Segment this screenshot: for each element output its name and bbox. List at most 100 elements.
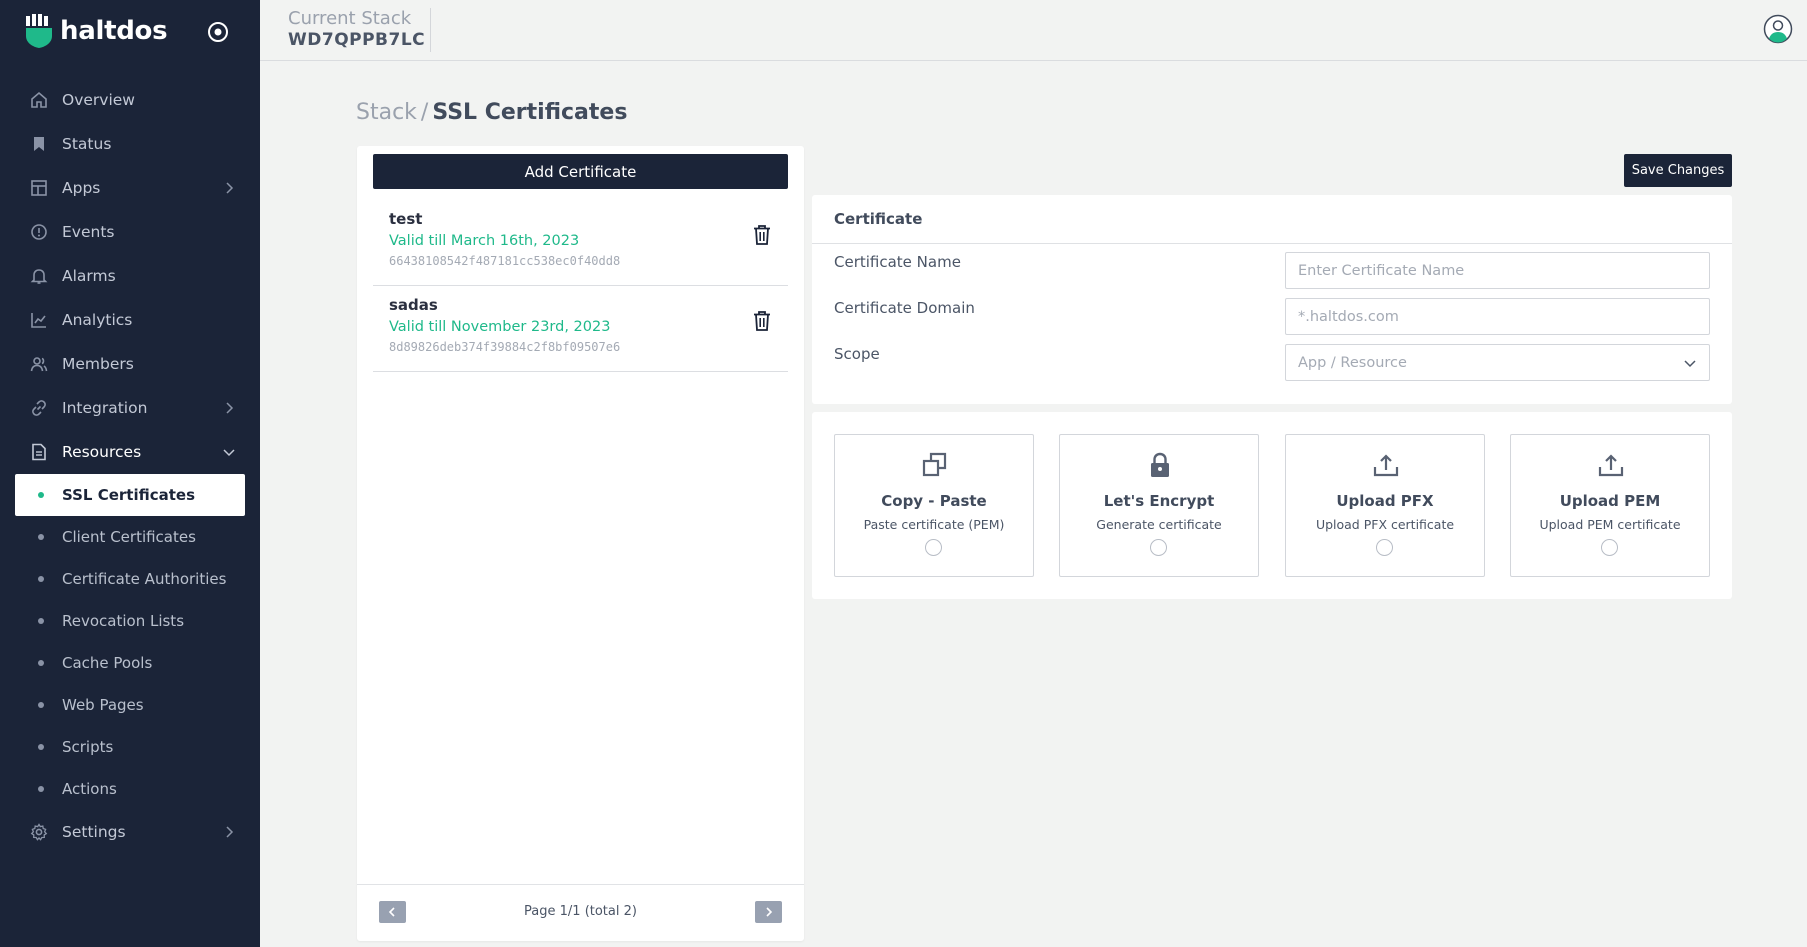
sidebar-subitem-label: Web Pages (62, 696, 144, 714)
top-header: Current Stack WD7QPPB7LC (260, 0, 1807, 61)
bullet-icon (38, 534, 44, 540)
bell-icon (30, 269, 48, 284)
certificate-name-label: Certificate Name (834, 253, 961, 271)
certificate-list-card: Add Certificate test Valid till March 16… (357, 146, 804, 941)
sidebar-item-label: Integration (62, 399, 148, 417)
sidebar-subitem-certificate-authorities[interactable]: Certificate Authorities (0, 558, 260, 600)
scope-select[interactable]: App / Resource (1285, 344, 1710, 381)
sidebar-item-overview[interactable]: Overview (0, 78, 260, 122)
target-icon[interactable] (206, 20, 230, 44)
gear-icon (30, 823, 48, 841)
sidebar-item-apps[interactable]: Apps (0, 166, 260, 210)
certificate-domain-input[interactable] (1285, 298, 1710, 335)
certificate-hash: 66438108542f487181cc538ec0f40dd8 (389, 254, 621, 268)
user-avatar-icon[interactable] (1763, 14, 1793, 44)
brand-name: haltdos (60, 16, 168, 46)
bullet-icon (38, 744, 44, 750)
certificate-name-input[interactable] (1285, 252, 1710, 289)
trash-icon[interactable] (752, 224, 772, 246)
trash-icon[interactable] (752, 310, 772, 332)
sidebar-subitem-label: Certificate Authorities (62, 570, 227, 588)
home-icon (31, 91, 47, 108)
option-copy-paste[interactable]: Copy - Paste Paste certificate (PEM) (834, 434, 1034, 577)
option-radio[interactable] (1376, 539, 1393, 556)
sidebar-item-label: Events (62, 223, 115, 241)
option-title: Let's Encrypt (1103, 492, 1215, 510)
sidebar-item-analytics[interactable]: Analytics (0, 298, 260, 342)
brand-logo[interactable]: haltdos (24, 14, 168, 48)
add-certificate-button[interactable]: Add Certificate (373, 154, 788, 189)
certificate-form-card: Certificate Certificate Name Certificate… (812, 195, 1732, 404)
page-indicator: Page 1/1 (total 2) (524, 904, 637, 919)
bullet-icon (38, 576, 44, 582)
bullet-icon (38, 660, 44, 666)
option-upload-pem[interactable]: Upload PEM Upload PEM certificate (1510, 434, 1710, 577)
sidebar-subitem-client-certificates[interactable]: Client Certificates (0, 516, 260, 558)
sidebar-item-integration[interactable]: Integration (0, 386, 260, 430)
breadcrumb: Stack / SSL Certificates (356, 100, 627, 125)
sidebar-item-label: Apps (62, 179, 101, 197)
option-title: Upload PFX (1336, 492, 1434, 510)
option-lets-encrypt[interactable]: Let's Encrypt Generate certificate (1059, 434, 1259, 577)
sidebar-item-label: Overview (62, 91, 135, 109)
option-subtitle: Upload PFX certificate (1315, 517, 1455, 532)
chevron-right-icon (226, 402, 234, 414)
list-item[interactable]: sadas Valid till November 23rd, 2023 8d8… (373, 286, 788, 372)
sidebar-item-status[interactable]: Status (0, 122, 260, 166)
layout-icon (31, 180, 47, 196)
list-item[interactable]: test Valid till March 16th, 2023 6643810… (373, 200, 788, 286)
scope-select-value: App / Resource (1298, 354, 1407, 371)
certificate-domain-label: Certificate Domain (834, 299, 975, 317)
sidebar-subitem-web-pages[interactable]: Web Pages (0, 684, 260, 726)
sidebar-item-label: Members (62, 355, 134, 373)
option-upload-pfx[interactable]: Upload PFX Upload PFX certificate (1285, 434, 1485, 577)
sidebar-item-alarms[interactable]: Alarms (0, 254, 260, 298)
bullet-icon (38, 702, 44, 708)
certificate-source-options: Copy - Paste Paste certificate (PEM) Let… (812, 412, 1732, 599)
sidebar-item-members[interactable]: Members (0, 342, 260, 386)
pagination: Page 1/1 (total 2) (357, 884, 804, 941)
option-radio[interactable] (1601, 539, 1618, 556)
sidebar-subitem-label: Scripts (62, 738, 114, 756)
sidebar-item-resources[interactable]: Resources (0, 430, 260, 474)
sidebar-item-settings[interactable]: Settings (0, 810, 260, 854)
sidebar-item-label: Alarms (62, 267, 116, 285)
current-stack-value[interactable]: WD7QPPB7LC (288, 30, 425, 50)
sidebar-subitem-actions[interactable]: Actions (0, 768, 260, 810)
sidebar-subitem-label: Client Certificates (62, 528, 196, 546)
sidebar-item-label: Settings (62, 823, 126, 841)
bullet-icon (38, 786, 44, 792)
chevron-down-icon (223, 449, 235, 457)
sidebar-subitem-ssl-certificates[interactable]: SSL Certificates (15, 474, 245, 516)
divider (812, 243, 1732, 244)
page-title: SSL Certificates (432, 100, 628, 125)
sidebar-subitem-revocation-lists[interactable]: Revocation Lists (0, 600, 260, 642)
sidebar-nav: Overview Status Apps Events Alarms Analy… (0, 78, 260, 854)
bullet-icon (38, 618, 44, 624)
bullet-icon (38, 492, 44, 498)
sidebar-subitem-cache-pools[interactable]: Cache Pools (0, 642, 260, 684)
certificate-list: test Valid till March 16th, 2023 6643810… (373, 200, 788, 372)
sidebar-subitem-scripts[interactable]: Scripts (0, 726, 260, 768)
haltdos-logo-icon (26, 14, 52, 48)
next-page-button[interactable] (755, 901, 782, 923)
lock-icon (1151, 452, 1169, 477)
header-divider (430, 8, 431, 52)
breadcrumb-separator: / (420, 100, 429, 125)
users-icon (30, 357, 48, 372)
sidebar-item-events[interactable]: Events (0, 210, 260, 254)
option-radio[interactable] (1150, 539, 1167, 556)
bookmark-icon (34, 137, 44, 151)
sidebar-subitem-label: Actions (62, 780, 117, 798)
option-subtitle: Upload PEM certificate (1539, 517, 1681, 532)
save-changes-button[interactable]: Save Changes (1624, 154, 1732, 187)
chevron-right-icon (226, 182, 234, 194)
breadcrumb-parent[interactable]: Stack (356, 100, 417, 125)
chevron-right-icon (766, 907, 773, 917)
form-title: Certificate (834, 210, 923, 228)
option-radio[interactable] (925, 539, 942, 556)
option-title: Upload PEM (1559, 492, 1661, 510)
upload-icon (1373, 454, 1399, 477)
alert-circle-icon (31, 224, 47, 240)
chevron-right-icon (226, 826, 234, 838)
